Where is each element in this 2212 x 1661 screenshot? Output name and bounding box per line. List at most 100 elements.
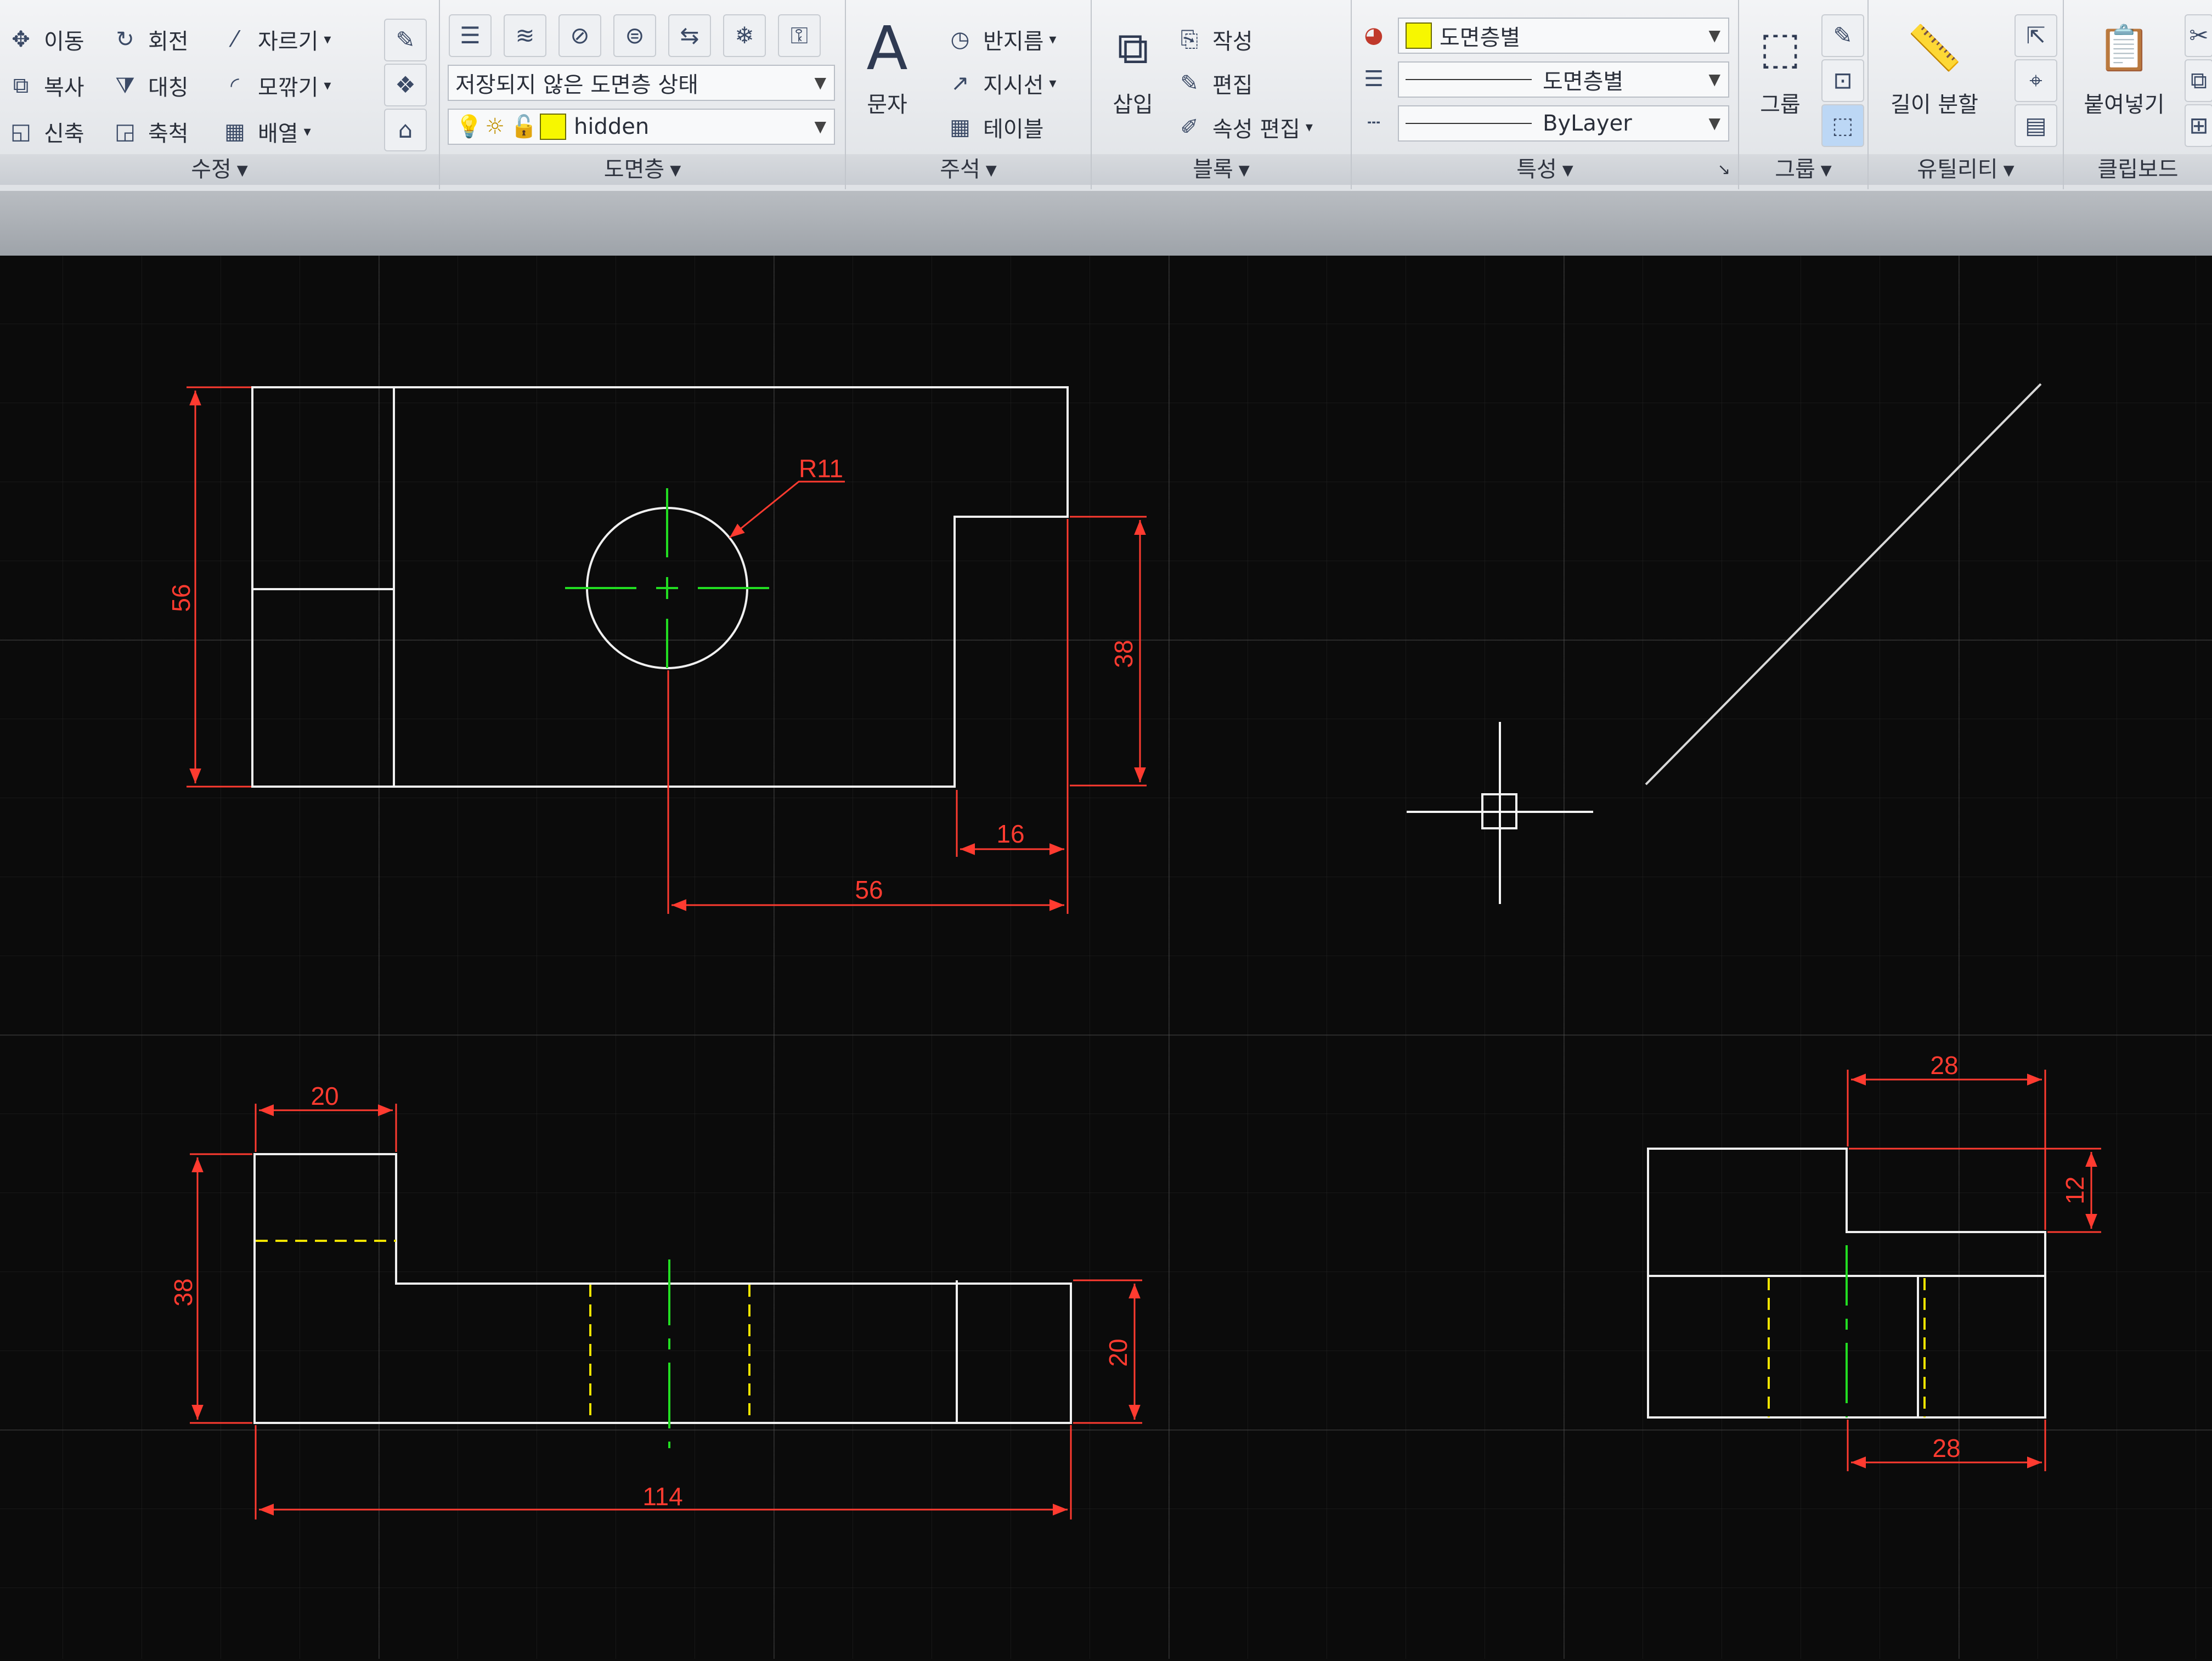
- dim-text-16: 16: [996, 820, 1024, 848]
- layer-combo[interactable]: 💡 ☼ 🔓 hidden ▼: [448, 109, 835, 145]
- lightbulb-icon[interactable]: 💡: [455, 111, 483, 142]
- unlock-icon[interactable]: 🔓: [510, 111, 538, 142]
- id-point-icon[interactable]: ⌖: [2015, 59, 2057, 102]
- layer-unisolate-icon[interactable]: ⊜: [613, 14, 656, 57]
- properties-panel-title[interactable]: 특성 ▼ ↘: [1352, 154, 1738, 185]
- explode-tool-icon[interactable]: ❖: [384, 64, 427, 106]
- clipboard-panel-title[interactable]: 클립보드: [2064, 154, 2212, 185]
- copy-base-icon[interactable]: ⊞: [2185, 104, 2212, 147]
- stretch-button[interactable]: ◱ 신축: [5, 112, 84, 151]
- linetype-combo[interactable]: ByLayer ▼: [1398, 105, 1729, 142]
- dim-text-38-vertical: 38: [1109, 640, 1138, 668]
- panel-launcher-icon[interactable]: ↘: [1718, 154, 1730, 185]
- linetype-icon[interactable]: ┄: [1358, 108, 1389, 138]
- rotate-button[interactable]: ↻ 회전: [110, 20, 189, 59]
- measure-ruler-icon: 📏: [1907, 22, 1962, 74]
- table-button[interactable]: ▦ 테이블: [945, 108, 1043, 147]
- top-view-dimensions[interactable]: [190, 1104, 1142, 1519]
- create-block-button[interactable]: ⎘ 작성: [1174, 20, 1253, 59]
- utilities-panel-title[interactable]: 유틸리티 ▼: [1869, 154, 2063, 185]
- lineweight-icon[interactable]: ☰: [1358, 64, 1389, 94]
- lineweight-combo[interactable]: 도면층별 ▼: [1398, 61, 1729, 98]
- copy-icon: ⧉: [13, 73, 29, 98]
- paste-button[interactable]: 📋 붙여넣기: [2069, 15, 2179, 118]
- layer-state-combo[interactable]: 저장되지 않은 도면층 상태 ▼: [448, 65, 835, 101]
- erase-tool-icon[interactable]: ✎: [384, 19, 427, 61]
- chevron-down-icon: ▼: [1708, 70, 1720, 88]
- table-icon: ▦: [950, 115, 970, 140]
- move-button[interactable]: ✥ 이동: [5, 20, 84, 59]
- trim-dropdown-icon[interactable]: ▾: [324, 31, 331, 48]
- text-button[interactable]: A 문자: [846, 15, 928, 118]
- modify-panel-title[interactable]: 수정 ▼: [0, 154, 439, 185]
- fillet-dropdown-icon[interactable]: ▾: [324, 77, 331, 94]
- block-panel-title[interactable]: 블록 ▼: [1092, 154, 1351, 185]
- radius-icon: ◷: [950, 27, 970, 52]
- stretch-icon: ◱: [10, 119, 31, 144]
- layer-isolate-icon[interactable]: ⊘: [558, 14, 601, 57]
- chevron-down-icon[interactable]: ▾: [1049, 75, 1056, 92]
- edit-attribute-button[interactable]: ✐ 속성 편집 ▾: [1174, 108, 1313, 147]
- leader-button[interactable]: ↗ 지시선 ▾: [945, 64, 1056, 103]
- offset-tool-icon[interactable]: ⌂: [384, 109, 427, 151]
- annotation-panel-title[interactable]: 주석 ▼: [846, 154, 1091, 185]
- layer-tool-row: ☰ ≋ ⊘ ⊜ ⇆ ❄ ⚿: [449, 14, 821, 57]
- copy-clip-icon[interactable]: ⧉: [2185, 59, 2212, 102]
- create-block-icon: ⎘: [1181, 27, 1198, 52]
- utilities-panel: 📏 길이 분할 ⇱ ⌖ ▤ 유틸리티 ▼: [1869, 0, 2064, 189]
- groups-panel-title[interactable]: 그룹 ▼: [1739, 154, 1867, 185]
- array-button[interactable]: ▦ 배열 ▾: [219, 112, 311, 151]
- top-view-outline[interactable]: [253, 1153, 1072, 1424]
- side-view-dimensions[interactable]: [1847, 1070, 2101, 1471]
- chevron-down-icon: ▼: [1562, 162, 1573, 179]
- group-button[interactable]: ⬚ 그룹: [1739, 15, 1821, 118]
- dim-text-56-vertical: 56: [167, 584, 195, 612]
- trim-button[interactable]: ⁄ 자르기 ▾: [219, 20, 331, 59]
- calculator-icon[interactable]: ▤: [2015, 104, 2057, 147]
- chevron-down-icon: ▼: [2003, 162, 2015, 179]
- rotate-label: 회전: [148, 29, 189, 54]
- dim-text-12: 12: [2061, 1176, 2089, 1204]
- fillet-button[interactable]: ◜ 모깎기 ▾: [219, 66, 331, 105]
- layer-states-icon[interactable]: ≋: [504, 14, 546, 57]
- top-view-hidden-lines: [256, 1240, 751, 1423]
- ribbon: ✥ 이동 ↻ 회전 ⁄ 자르기 ▾ ⧉ 복사 ⧩ 대칭 ◜ 모깎기 ▾ ◱ 신축: [0, 0, 2212, 192]
- top-view[interactable]: [253, 1153, 1072, 1424]
- quick-select-icon[interactable]: ⇱: [2015, 14, 2057, 57]
- dim-text-38-left: 38: [169, 1278, 198, 1306]
- edit-block-button[interactable]: ✎ 편집: [1174, 64, 1252, 103]
- layer-lock-icon[interactable]: ⚿: [778, 14, 821, 57]
- radius-button[interactable]: ◷ 반지름 ▾: [945, 20, 1057, 59]
- layer-freeze-icon[interactable]: ❄: [723, 14, 766, 57]
- chevron-down-icon: ▼: [236, 162, 248, 179]
- edit-block-icon: ✎: [1180, 71, 1199, 96]
- drawing-canvas[interactable]: 56 R11 38 16 56 20 38 20 114 28 12 28: [0, 256, 2212, 1659]
- measure-button[interactable]: 📏 길이 분할: [1874, 15, 1995, 118]
- scale-button[interactable]: ◲ 축척: [110, 112, 189, 151]
- color-wheel-icon[interactable]: ◕: [1358, 20, 1389, 50]
- array-dropdown-icon[interactable]: ▾: [304, 123, 311, 140]
- miter-line-45[interactable]: [1645, 383, 2042, 786]
- sun-icon[interactable]: ☼: [483, 111, 507, 142]
- annotation-panel: A 문자 ◷ 반지름 ▾ ↗ 지시선 ▾ ▦ 테이블 주석 ▼: [846, 0, 1092, 189]
- group-select-icon[interactable]: ⬚: [1821, 104, 1864, 147]
- chevron-down-icon: ▼: [1708, 114, 1720, 132]
- layer-match-icon[interactable]: ⇆: [668, 14, 711, 57]
- drawing-svg[interactable]: 56 R11 38 16 56 20 38 20 114 28 12 28: [0, 256, 2212, 1659]
- chevron-down-icon[interactable]: ▾: [1306, 119, 1313, 135]
- color-combo[interactable]: 도면층별 ▼: [1398, 18, 1729, 54]
- layer-properties-icon[interactable]: ☰: [449, 14, 492, 57]
- group-ungroup-icon[interactable]: ⊡: [1821, 59, 1864, 102]
- move-label: 이동: [44, 29, 84, 54]
- rotate-icon: ↻: [116, 27, 134, 52]
- copy-button[interactable]: ⧉ 복사: [5, 66, 84, 105]
- chevron-down-icon: ▼: [814, 74, 826, 92]
- insert-button[interactable]: ⧉ 삽입: [1092, 15, 1174, 118]
- cut-icon[interactable]: ✂: [2185, 14, 2212, 57]
- layers-panel-title[interactable]: 도면층 ▼: [440, 154, 845, 185]
- chevron-down-icon[interactable]: ▾: [1049, 31, 1056, 48]
- group-icon: ⬚: [1759, 22, 1801, 74]
- mirror-button[interactable]: ⧩ 대칭: [110, 66, 188, 105]
- group-edit-icon[interactable]: ✎: [1821, 14, 1864, 57]
- dim-leader-r11[interactable]: [729, 481, 845, 539]
